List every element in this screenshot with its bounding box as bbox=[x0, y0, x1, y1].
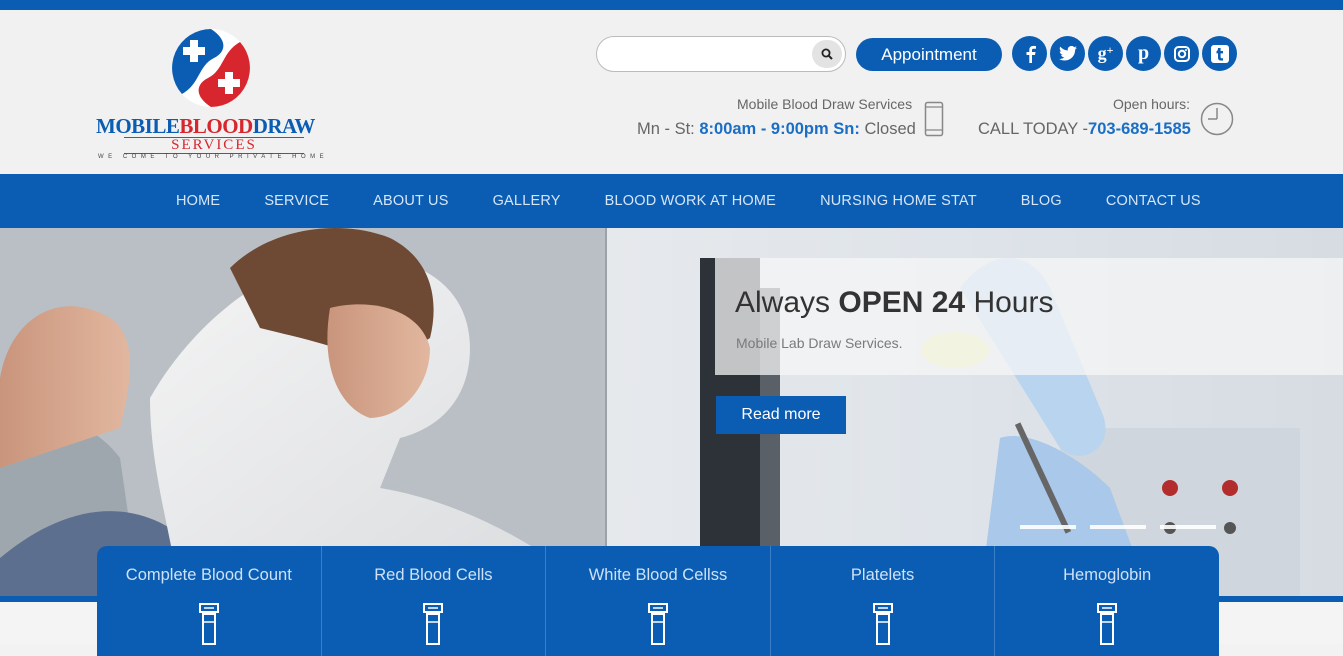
search-button[interactable] bbox=[812, 40, 842, 68]
nav-item-nursing-home-stat[interactable]: NURSING HOME STAT bbox=[798, 174, 999, 228]
read-more-button[interactable]: Read more bbox=[716, 396, 846, 434]
hours-label: Mobile Blood Draw Services bbox=[737, 96, 913, 112]
open-hours-label: Open hours: bbox=[1113, 96, 1191, 112]
pinterest-icon[interactable]: p bbox=[1126, 36, 1161, 71]
test-tube-icon bbox=[872, 603, 893, 645]
test-card-title: Complete Blood Count bbox=[125, 566, 292, 584]
search-icon bbox=[821, 48, 833, 60]
tumblr-icon[interactable] bbox=[1202, 36, 1237, 71]
test-card-hemoglobin[interactable]: Hemoglobin bbox=[995, 546, 1219, 656]
logo-services: SERVICES bbox=[124, 137, 304, 154]
logo-tagline: WE COME TO YOUR PRIVATE HOME bbox=[98, 154, 329, 160]
nav-list: HOME SERVICE ABOUT US GALLERY BLOOD WORK… bbox=[154, 174, 1223, 228]
google-plus-icon[interactable]: g + bbox=[1088, 36, 1123, 71]
nav-item-contact-us[interactable]: CONTACT US bbox=[1084, 174, 1223, 228]
hero-title: Always OPEN 24 Hours bbox=[735, 286, 1054, 319]
logo-wordmark: MOBILEBLOODDRAW bbox=[96, 114, 315, 138]
logo-cross-icon bbox=[172, 29, 250, 107]
test-card-red-blood-cells[interactable]: Red Blood Cells bbox=[322, 546, 547, 656]
test-cards: Complete Blood Count Red Blood Cells Whi… bbox=[97, 546, 1219, 656]
slider-pagination bbox=[1020, 525, 1216, 529]
slide-dot-2[interactable] bbox=[1090, 525, 1146, 529]
slide-dot-1[interactable] bbox=[1020, 525, 1076, 529]
call-line: CALL TODAY -703-689-1585 bbox=[978, 120, 1191, 138]
test-tube-icon bbox=[1097, 603, 1118, 645]
top-accent-bar bbox=[0, 0, 1343, 10]
slide-dot-3[interactable] bbox=[1160, 525, 1216, 529]
hours-line: Mn - St: 8:00am - 9:00pm Sn: Closed bbox=[637, 120, 916, 138]
site-header: MOBILEBLOODDRAW SERVICES WE COME TO YOUR… bbox=[0, 10, 1343, 174]
nav-item-about-us[interactable]: ABOUT US bbox=[351, 174, 470, 228]
hero-subtitle: Mobile Lab Draw Services. bbox=[736, 335, 903, 351]
clock-icon bbox=[1200, 102, 1234, 136]
test-tube-icon bbox=[198, 603, 219, 645]
test-card-platelets[interactable]: Platelets bbox=[771, 546, 996, 656]
search-box bbox=[596, 36, 846, 72]
nav-item-service[interactable]: SERVICE bbox=[242, 174, 351, 228]
nav-item-blood-work-at-home[interactable]: BLOOD WORK AT HOME bbox=[583, 174, 798, 228]
nav-item-blog[interactable]: BLOG bbox=[999, 174, 1084, 228]
test-tube-icon bbox=[647, 603, 668, 645]
twitter-icon[interactable] bbox=[1050, 36, 1085, 71]
search-input[interactable] bbox=[609, 45, 799, 65]
mobile-phone-icon bbox=[924, 101, 944, 137]
instagram-icon[interactable] bbox=[1164, 36, 1199, 71]
site-logo[interactable]: MOBILEBLOODDRAW SERVICES WE COME TO YOUR… bbox=[96, 26, 336, 166]
test-card-title: Hemoglobin bbox=[1063, 566, 1152, 584]
hero-slider: Always OPEN 24 Hours Mobile Lab Draw Ser… bbox=[0, 228, 1343, 596]
test-card-title: Red Blood Cells bbox=[374, 566, 493, 584]
facebook-icon[interactable] bbox=[1012, 36, 1047, 71]
social-links: g + p bbox=[1012, 36, 1237, 71]
main-nav: HOME SERVICE ABOUT US GALLERY BLOOD WORK… bbox=[0, 174, 1343, 228]
test-card-title: White Blood Cellss bbox=[588, 566, 728, 584]
test-card-title: Platelets bbox=[850, 566, 915, 584]
test-tube-icon bbox=[423, 603, 444, 645]
nav-item-gallery[interactable]: GALLERY bbox=[471, 174, 583, 228]
appointment-button[interactable]: Appointment bbox=[856, 38, 1002, 71]
nav-item-home[interactable]: HOME bbox=[154, 174, 242, 228]
test-card-complete-blood-count[interactable]: Complete Blood Count bbox=[97, 546, 322, 656]
phone-number[interactable]: 703-689-1585 bbox=[1088, 120, 1191, 138]
test-card-white-blood-cells[interactable]: White Blood Cellss bbox=[546, 546, 771, 656]
